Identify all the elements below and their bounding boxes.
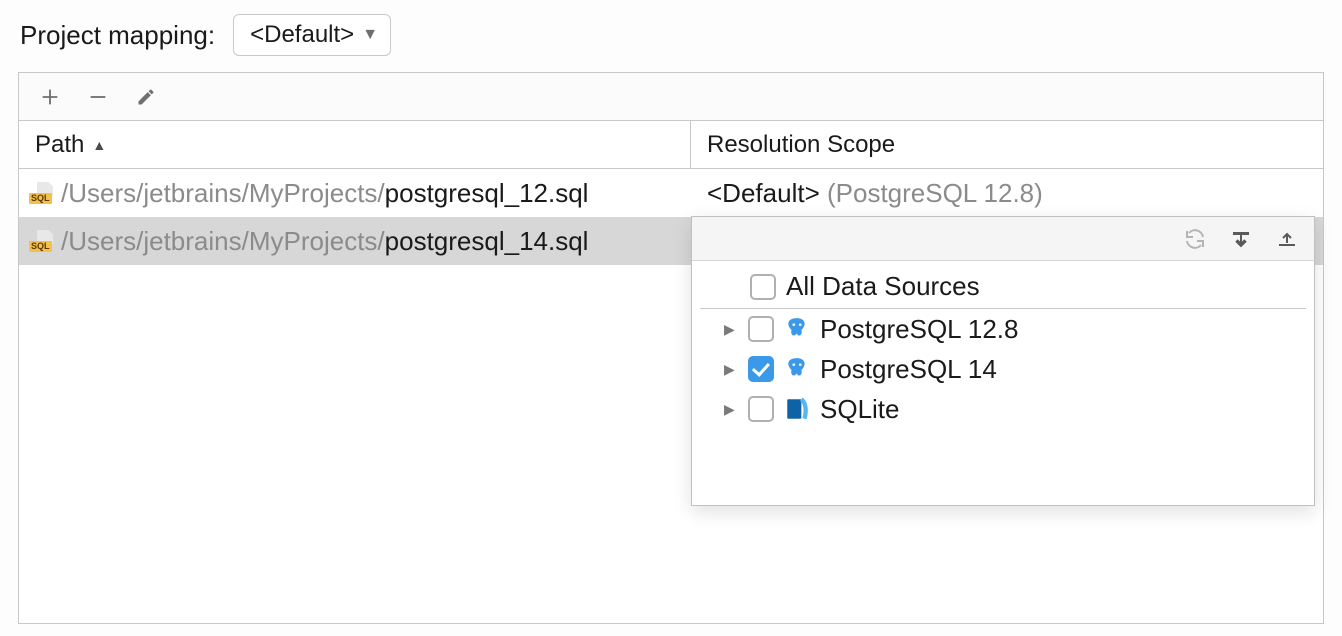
datasource-label: SQLite: [820, 394, 900, 425]
path-dir: /Users/jetbrains/MyProjects/: [61, 178, 385, 208]
checkbox[interactable]: [748, 316, 774, 342]
path-text: /Users/jetbrains/MyProjects/postgresql_1…: [61, 226, 588, 257]
collapse-all-icon[interactable]: [1274, 226, 1300, 252]
path-cell: /Users/jetbrains/MyProjects/postgresql_1…: [19, 217, 691, 265]
project-mapping-value: <Default>: [250, 21, 354, 49]
path-dir: /Users/jetbrains/MyProjects/: [61, 226, 385, 256]
project-mapping-label: Project mapping:: [20, 20, 215, 51]
postgres-icon: [784, 356, 810, 382]
mapping-table-panel: Path ▲ Resolution Scope /Users/jetbrains…: [18, 72, 1324, 624]
sort-asc-icon: ▲: [92, 137, 106, 153]
datasource-label: PostgreSQL 12.8: [820, 314, 1019, 345]
chevron-right-icon[interactable]: ▶: [724, 401, 738, 418]
datasource-picker-popup: All Data Sources ▶ PostgreSQL 12.8 ▶: [691, 216, 1315, 506]
checkbox[interactable]: [748, 396, 774, 422]
all-data-sources-label: All Data Sources: [786, 271, 980, 302]
edit-button[interactable]: [133, 84, 159, 110]
expand-all-icon[interactable]: [1228, 226, 1254, 252]
scope-cell: <Default> (PostgreSQL 12.8): [691, 169, 1323, 217]
scope-datasource: (PostgreSQL 12.8): [827, 178, 1043, 208]
project-mapping-row: Project mapping: <Default> ▼: [18, 14, 1324, 56]
all-data-sources-row[interactable]: All Data Sources: [700, 265, 1306, 309]
add-button[interactable]: [37, 84, 63, 110]
chevron-right-icon[interactable]: ▶: [724, 361, 738, 378]
settings-panel: Project mapping: <Default> ▼ Path ▲ Reso: [0, 0, 1342, 636]
datasource-row[interactable]: ▶ PostgreSQL 14: [700, 349, 1306, 389]
scope-header-label: Resolution Scope: [707, 131, 895, 159]
path-cell: /Users/jetbrains/MyProjects/postgresql_1…: [19, 169, 691, 217]
datasource-row[interactable]: ▶ PostgreSQL 12.8: [700, 309, 1306, 349]
table-header: Path ▲ Resolution Scope: [19, 121, 1323, 169]
remove-button[interactable]: [85, 84, 111, 110]
scope-default: <Default>: [707, 178, 827, 208]
checkbox[interactable]: [750, 274, 776, 300]
path-column-header[interactable]: Path ▲: [19, 121, 691, 168]
path-header-label: Path: [35, 131, 84, 159]
chevron-right-icon[interactable]: ▶: [724, 321, 738, 338]
checkbox[interactable]: [748, 356, 774, 382]
sql-file-icon: [29, 230, 53, 252]
table-row[interactable]: /Users/jetbrains/MyProjects/postgresql_1…: [19, 169, 1323, 217]
datasource-label: PostgreSQL 14: [820, 354, 997, 385]
chevron-down-icon: ▼: [362, 26, 378, 44]
datasource-row[interactable]: ▶ SQLite: [700, 389, 1306, 429]
path-file: postgresql_12.sql: [385, 178, 589, 208]
postgres-icon: [784, 316, 810, 342]
popup-body: All Data Sources ▶ PostgreSQL 12.8 ▶: [692, 261, 1314, 433]
sql-file-icon: [29, 182, 53, 204]
mapping-toolbar: [19, 73, 1323, 121]
project-mapping-dropdown[interactable]: <Default> ▼: [233, 14, 391, 56]
path-text: /Users/jetbrains/MyProjects/postgresql_1…: [61, 178, 588, 209]
popup-toolbar: [692, 217, 1314, 261]
scope-text: <Default> (PostgreSQL 12.8): [707, 178, 1043, 209]
path-file: postgresql_14.sql: [385, 226, 589, 256]
sqlite-icon: [784, 396, 810, 422]
scope-column-header[interactable]: Resolution Scope: [691, 121, 1323, 168]
refresh-icon[interactable]: [1182, 226, 1208, 252]
